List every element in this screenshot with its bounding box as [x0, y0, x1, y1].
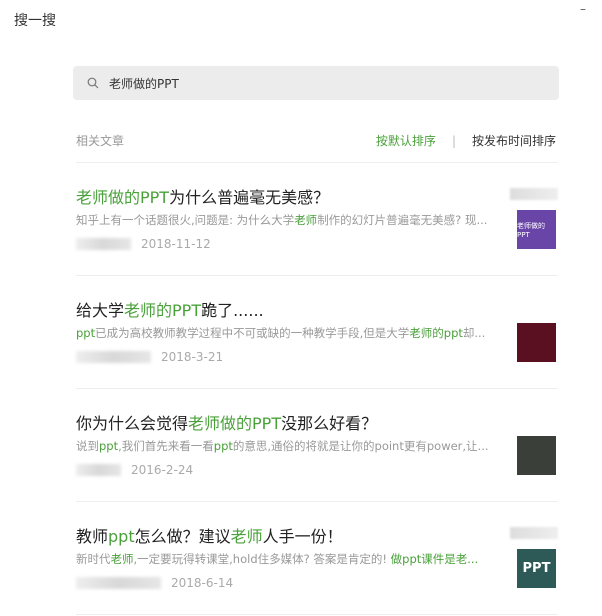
blurred-author [76, 238, 131, 250]
snippet-text: 却... [462, 326, 486, 340]
highlight-text: ppt [76, 326, 96, 340]
article-snippet: ppt已成为高校教师教学过程中不可或缺的一种教学手段,但是大学老师的ppt却..… [76, 325, 504, 341]
sort-default-button[interactable]: 按默认排序 [376, 132, 436, 149]
snippet-text: 制作的幻灯片普遍毫无美感? 现... [317, 213, 488, 227]
title-text: 怎么做？建议 [134, 527, 231, 546]
highlight-text: 老师 [294, 213, 318, 227]
article-meta: 2018-11-12 [76, 237, 211, 251]
blurred-author [76, 464, 121, 476]
snippet-text: 知乎上有一个话题很火,问题是: 为什么大学 [76, 213, 295, 227]
article-date: 2018-6-14 [171, 576, 234, 590]
blurred-author [76, 577, 161, 589]
divider [76, 614, 558, 615]
title-text: 给大学 [76, 301, 125, 320]
blurred-account [510, 527, 558, 539]
article-snippet: 说到ppt,我们首先来看一看ppt的意思,通俗的将就是让你的point更有pow… [76, 438, 504, 454]
article-snippet: 知乎上有一个话题很火,问题是: 为什么大学老师制作的幻灯片普遍毫无美感? 现..… [76, 212, 504, 228]
minimize-button[interactable]: – [580, 2, 586, 16]
article-meta: 2018-6-14 [76, 576, 233, 590]
highlight-text: 老师 [230, 527, 263, 546]
highlight-text: 做ppt课件是老... [390, 552, 479, 566]
article-title[interactable]: 教师ppt怎么做？建议老师人手一份！ [76, 523, 343, 547]
section-label: 相关文章 [76, 134, 125, 148]
snippet-text: 已成为高校教师教学过程中不可或缺的一种教学手段,但是大学 [95, 326, 410, 340]
article-thumbnail: PPT [517, 549, 556, 588]
highlight-text: 老师的PPT [124, 301, 202, 320]
highlight-text: 老师的ppt [409, 326, 463, 340]
snippet-text: ,我们首先来看一看 [118, 439, 214, 453]
title-text: 跪了...... [201, 301, 264, 320]
article-title[interactable]: 老师做的PPT为什么普遍毫无美感？ [76, 184, 329, 208]
article-item[interactable]: 教师ppt怎么做？建议老师人手一份！ 新时代老师,一定要玩得转课堂,hold住多媒… [76, 501, 558, 614]
article-date: 2018-11-12 [141, 237, 211, 251]
search-icon [87, 77, 99, 89]
search-bar[interactable] [73, 66, 559, 100]
article-title[interactable]: 你为什么会觉得老师做的PPT没那么好看？ [76, 410, 377, 434]
article-thumbnail [517, 323, 556, 362]
snippet-text: 新时代 [76, 552, 111, 566]
title-text: 你为什么会觉得 [76, 414, 189, 433]
sort-by-time-button[interactable]: 按发布时间排序 [472, 132, 556, 149]
article-snippet: 新时代老师,一定要玩得转课堂,hold住多媒体? 答案是肯定的! 做ppt课件是… [76, 551, 504, 567]
snippet-text: ,一定要玩得转课堂,hold住多媒体? 答案是肯定的! [133, 552, 391, 566]
article-list: 老师做的PPT为什么普遍毫无美感？ 知乎上有一个话题很火,问题是: 为什么大学老师… [76, 162, 558, 615]
snippet-text: 说到 [76, 439, 99, 453]
article-item[interactable]: 老师做的PPT为什么普遍毫无美感？ 知乎上有一个话题很火,问题是: 为什么大学老师… [76, 162, 558, 275]
article-date: 2016-2-24 [131, 463, 194, 477]
window-title: 搜一搜 [14, 13, 56, 29]
article-date: 2018-3-21 [161, 350, 224, 364]
search-input[interactable] [109, 76, 509, 90]
article-item[interactable]: 给大学老师的PPT跪了...... ppt已成为高校教师教学过程中不可或缺的一种教… [76, 275, 558, 388]
title-text: 没那么好看？ [281, 414, 378, 433]
highlight-text: 老师做的PPT [188, 414, 282, 433]
article-thumbnail: 老师做的PPT [517, 210, 556, 249]
highlight-text: 老师 [110, 552, 134, 566]
article-meta: 2016-2-24 [76, 463, 193, 477]
sort-separator: | [451, 133, 456, 148]
article-meta: 2018-3-21 [76, 350, 223, 364]
blurred-account [510, 188, 558, 200]
title-text: 人手一份！ [262, 527, 343, 546]
article-thumbnail [517, 436, 556, 475]
highlight-text: ppt [99, 439, 119, 453]
article-title[interactable]: 给大学老师的PPT跪了...... [76, 297, 264, 321]
title-text: 教师 [76, 527, 109, 546]
highlight-text: 老师做的PPT [76, 188, 170, 207]
highlight-text: ppt [213, 439, 233, 453]
article-item[interactable]: 你为什么会觉得老师做的PPT没那么好看？ 说到ppt,我们首先来看一看ppt的意思… [76, 388, 558, 501]
title-text: 为什么普遍毫无美感？ [169, 188, 330, 207]
snippet-text: 的意思,通俗的将就是让你的point更有power,让... [232, 439, 489, 453]
highlight-text: ppt [108, 527, 135, 546]
sort-options: 按默认排序 | 按发布时间排序 [376, 132, 556, 149]
blurred-author [76, 351, 151, 363]
